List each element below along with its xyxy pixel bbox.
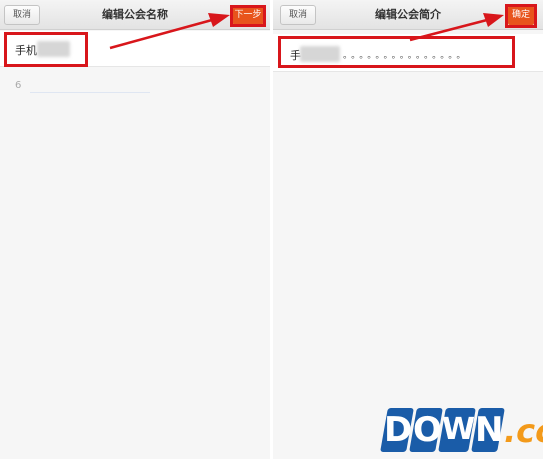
watermark-letter-box: N xyxy=(471,408,505,452)
watermark-letter: O xyxy=(413,410,442,450)
annotation-highlight-box xyxy=(4,32,88,67)
character-counter: 6 xyxy=(15,80,22,91)
navigation-bar: 编辑公会简介 取消 确定 xyxy=(273,0,543,30)
watermark-letter: N xyxy=(475,410,504,450)
annotation-highlight-box xyxy=(230,5,266,27)
cancel-button[interactable]: 取消 xyxy=(4,5,40,25)
watermark-letter-box: W xyxy=(438,408,476,452)
watermark-suffix: .cc xyxy=(504,412,543,450)
edit-guild-intro-screen: 编辑公会简介 取消 确定 手 。。。。。。。。。。。。。。。 xyxy=(273,0,543,459)
down-cc-watermark: D O W N .cc xyxy=(380,408,543,459)
watermark-letter: W xyxy=(442,412,476,447)
annotation-highlight-box xyxy=(505,4,537,28)
edit-guild-name-screen: 编辑公会名称 取消 下一步 手机 6 xyxy=(0,0,270,459)
cancel-button[interactable]: 取消 xyxy=(280,5,316,25)
watermark-letter-box: O xyxy=(409,408,443,452)
watermark-letter-box: D xyxy=(380,408,414,452)
annotation-highlight-box xyxy=(278,36,515,68)
watermark-letter: D xyxy=(384,410,413,450)
faint-underline xyxy=(30,92,150,93)
